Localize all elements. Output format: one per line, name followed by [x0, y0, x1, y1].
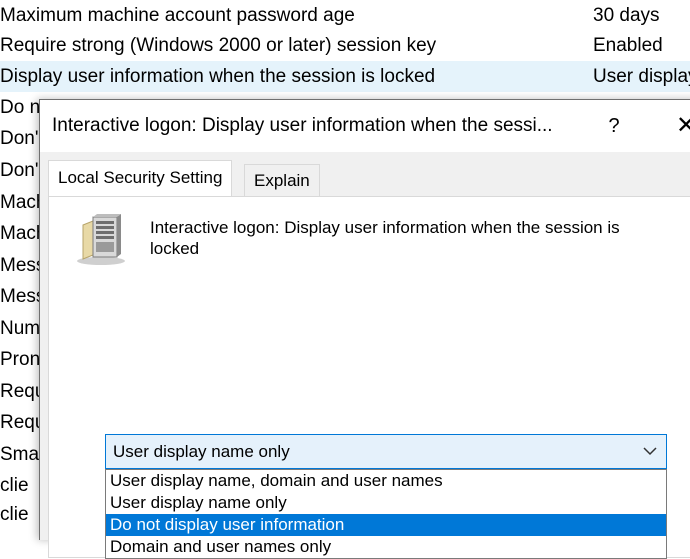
policy-row[interactable]: Require strong (Windows 2000 or later) s…: [0, 30, 690, 61]
tab-panel: Interactive logon: Display user informat…: [48, 196, 690, 559]
policy-value-combobox[interactable]: User display name only: [105, 434, 667, 469]
policy-name: Sma: [0, 444, 40, 465]
policy-row-selected[interactable]: Display user information when the sessio…: [0, 61, 690, 92]
dropdown-option[interactable]: Domain and user names only: [106, 536, 666, 558]
policy-value: 30 days: [593, 5, 660, 26]
policy-properties-dialog: Interactive logon: Display user informat…: [39, 99, 690, 559]
server-icon: [77, 214, 125, 265]
policy-title: Interactive logon: Display user informat…: [150, 218, 620, 258]
tab-local-security-setting[interactable]: Local Security Setting: [48, 160, 233, 197]
policy-name: Num: [0, 318, 41, 339]
policy-name: Do n: [0, 97, 41, 118]
policy-name: clie: [0, 504, 29, 525]
dialog-title: Interactive logon: Display user informat…: [52, 115, 553, 136]
tab-explain[interactable]: Explain: [244, 164, 320, 197]
policy-value: User display: [593, 66, 690, 87]
policy-row[interactable]: Maximum machine account password age 30 …: [0, 0, 690, 31]
policy-name: Don': [0, 160, 39, 181]
chevron-down-icon[interactable]: [642, 444, 658, 458]
policy-name: Pron: [0, 349, 41, 370]
policy-name: Display user information when the sessio…: [0, 66, 436, 87]
policy-value: Enabled: [593, 35, 663, 56]
dropdown-option[interactable]: User display name only: [106, 492, 666, 514]
policy-name: Require strong (Windows 2000 or later) s…: [0, 35, 437, 56]
combobox-selected-value: User display name only: [113, 442, 290, 461]
combobox-dropdown-list: User display name, domain and user names…: [105, 469, 667, 559]
dropdown-option[interactable]: User display name, domain and user names: [106, 470, 666, 492]
help-button[interactable]: ?: [596, 108, 632, 144]
policy-name: clie: [0, 475, 29, 496]
dialog-titlebar[interactable]: Interactive logon: Display user informat…: [40, 100, 690, 152]
close-button[interactable]: ✕: [668, 108, 690, 144]
policy-name: Maximum machine account password age: [0, 5, 355, 26]
dropdown-option-highlighted[interactable]: Do not display user information: [106, 514, 666, 536]
policy-name: Don': [0, 128, 39, 149]
